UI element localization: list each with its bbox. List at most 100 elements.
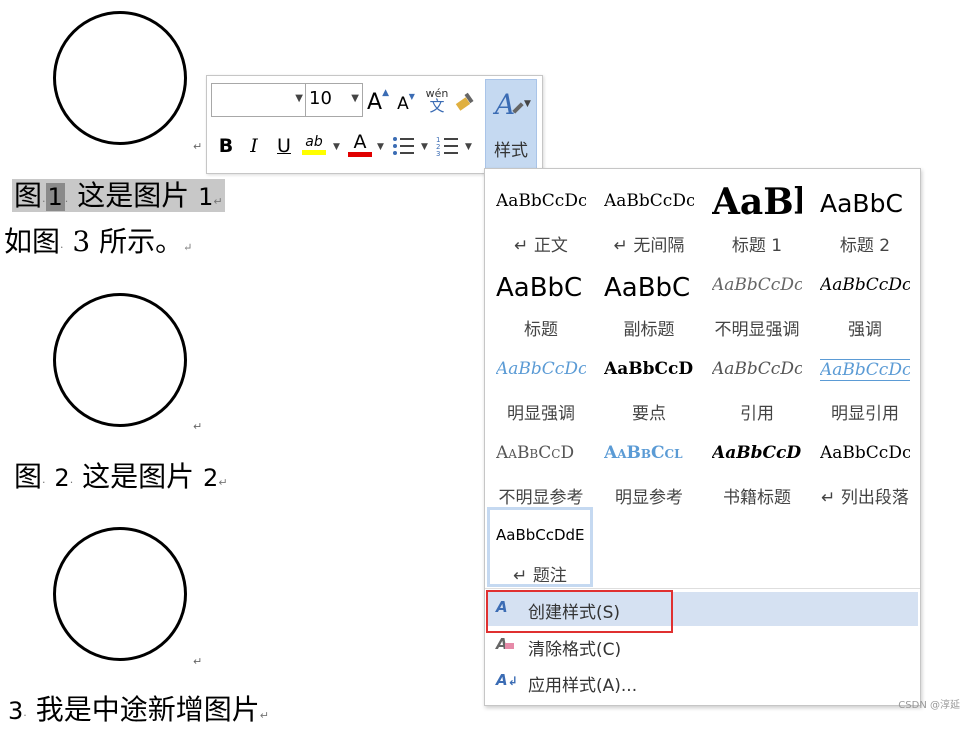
style-name: 要点 (632, 404, 666, 424)
caption-2-number: 2 (54, 464, 70, 492)
figure-circle-3[interactable] (53, 527, 187, 661)
format-painter-button[interactable] (454, 87, 480, 117)
caption-1-prefix: 图 (14, 179, 43, 212)
reference-line[interactable]: 如图· 3 所示。↵ (4, 224, 192, 266)
chevron-down-icon[interactable]: ▼ (295, 93, 303, 104)
gallery-divider (485, 588, 920, 589)
style-name: 标题 2 (839, 236, 891, 256)
chevron-down-icon[interactable]: ▼ (377, 142, 384, 152)
paragraph-mark: ↵ (213, 195, 223, 208)
shrink-font-icon: A (397, 94, 409, 114)
style-name: 标题 (524, 320, 558, 340)
svg-text:▼: ▼ (524, 99, 531, 109)
style-item[interactable]: AaBbC 标题 2 (811, 175, 919, 259)
style-name: ↵ 列出段落 (821, 488, 909, 508)
style-item[interactable]: AaBbCcDc ↵ 无间隔 (595, 175, 703, 259)
paragraph-mark: ↵ (183, 241, 193, 254)
chevron-down-icon[interactable]: ▼ (351, 93, 359, 104)
highlight-button[interactable]: ab (301, 129, 327, 159)
caption-3-text: 我是中途新增图片 (35, 693, 260, 726)
space-mark: · (60, 241, 64, 254)
style-item[interactable]: AaBbCcDc 明显强调 (487, 343, 595, 427)
font-size-value: 10 (309, 88, 332, 109)
caption-1[interactable]: 图·1 · 这是图片 1↵ (12, 178, 225, 220)
style-preview: AaBbCcDc (712, 359, 802, 379)
grow-font-button[interactable]: A ▲ (365, 87, 391, 117)
bullet-list-icon (393, 137, 414, 155)
style-name: 明显强调 (507, 404, 575, 424)
style-item[interactable]: AaBbCcDc ↵ 正文 (487, 175, 595, 259)
reference-text: 所示。 (99, 225, 184, 258)
style-item[interactable]: AaBbCcDdE ↵ 题注 (487, 507, 593, 587)
chevron-down-icon[interactable]: ▼ (421, 142, 428, 152)
style-preview: AaBbCcDc (496, 359, 586, 379)
style-item[interactable]: AaBbCcDc 明显引用 (811, 343, 919, 427)
italic-button[interactable]: I (241, 131, 267, 161)
style-preview: AaBbCcl (604, 443, 683, 463)
watermark: CSDN @淳延 (898, 700, 960, 711)
style-name: ↵ 无间隔 (613, 236, 685, 256)
clear-format-menu-item[interactable]: A 清除格式(C) (487, 629, 918, 663)
chevron-down-icon[interactable]: ▼ (465, 142, 472, 152)
font-color-bar (348, 151, 372, 157)
style-name: 标题 1 (731, 236, 783, 256)
reference-number: 3 (72, 225, 91, 258)
style-name: ↵ 题注 (513, 566, 567, 586)
caption-2-prefix: 图 (14, 460, 43, 493)
styles-button[interactable]: A ▼ 样式 (485, 79, 537, 169)
figure-circle-1[interactable] (53, 11, 187, 145)
style-item[interactable]: AaBbCcDc 引用 (703, 343, 811, 427)
style-item[interactable]: AaBbCcDc 不明显强调 (703, 259, 811, 343)
style-item[interactable]: AaBbCcD 书籍标题 (703, 427, 811, 511)
svg-text:3: 3 (436, 150, 440, 157)
bullets-button[interactable] (391, 131, 417, 161)
caption-1-text: 这是图片 (77, 179, 190, 212)
style-item[interactable]: AaBbCcD 要点 (595, 343, 703, 427)
style-preview: AaBbCcDc (820, 275, 910, 295)
style-name: ↵ 正文 (514, 236, 568, 256)
style-preview: AaBbC (820, 189, 903, 218)
caption-2-text: 这是图片 (82, 460, 195, 493)
mini-toolbar: ▼ 10 ▼ A ▲ A ▼ wén 文 B I U ab ▼ A ▼ ▼ 1 … (206, 75, 543, 174)
style-name: 不明显强调 (714, 320, 800, 340)
paragraph-mark: ↵ (193, 420, 203, 433)
style-item[interactable]: AaBbCcD 不明显参考 (487, 427, 595, 511)
bold-button[interactable]: B (213, 131, 239, 161)
space-mark: · (64, 195, 69, 208)
shrink-font-button[interactable]: A ▼ (393, 89, 419, 119)
svg-text:A: A (492, 88, 515, 121)
highlight-annotation-box (486, 590, 673, 633)
style-item[interactable]: AaBbC 标题 (487, 259, 595, 343)
paragraph-mark: ↵ (259, 709, 269, 722)
bold-icon: B (218, 135, 234, 157)
underline-button[interactable]: U (271, 131, 297, 161)
font-color-button[interactable]: A (347, 129, 373, 159)
style-item[interactable]: AaBl 标题 1 (703, 175, 811, 259)
caption-3[interactable]: 3· 我是中途新增图片↵ (8, 692, 269, 734)
caption-3-number: 3 (8, 697, 24, 725)
style-name: 强调 (848, 320, 882, 340)
style-name: 副标题 (623, 320, 675, 340)
style-item[interactable]: AaBbCcDc ↵ 列出段落 (811, 427, 919, 511)
style-item[interactable]: AaBbC 副标题 (595, 259, 703, 343)
apply-style-icon: A↲ (496, 671, 518, 689)
apply-style-menu-item[interactable]: A↲ 应用样式(A)... (487, 665, 918, 699)
chevron-down-icon[interactable]: ▼ (333, 142, 340, 152)
figure-circle-2[interactable] (53, 293, 187, 427)
highlight-icon: ab (305, 133, 323, 150)
style-name: 明显引用 (831, 404, 899, 424)
caption-2[interactable]: 图· 2· 这是图片 2↵ (14, 459, 228, 501)
grow-font-icon: A (367, 89, 383, 115)
phonetic-guide-button[interactable]: wén 文 (424, 85, 450, 115)
style-preview: AaBbCcDc (604, 191, 694, 211)
style-preview: AaBbC (604, 273, 691, 303)
paragraph-mark: ↵ (193, 140, 203, 153)
paragraph-mark: ↵ (193, 655, 203, 668)
style-item[interactable]: AaBbCcl 明显参考 (595, 427, 703, 511)
font-size-combo[interactable]: 10 ▼ (305, 83, 363, 117)
style-preview: AaBbCcD (712, 443, 802, 463)
style-item[interactable]: AaBbCcDc 强调 (811, 259, 919, 343)
style-preview: AaBbCcDdE (496, 526, 585, 544)
numbering-button[interactable]: 1 2 3 (435, 131, 461, 161)
font-name-combo[interactable]: ▼ (211, 83, 307, 117)
